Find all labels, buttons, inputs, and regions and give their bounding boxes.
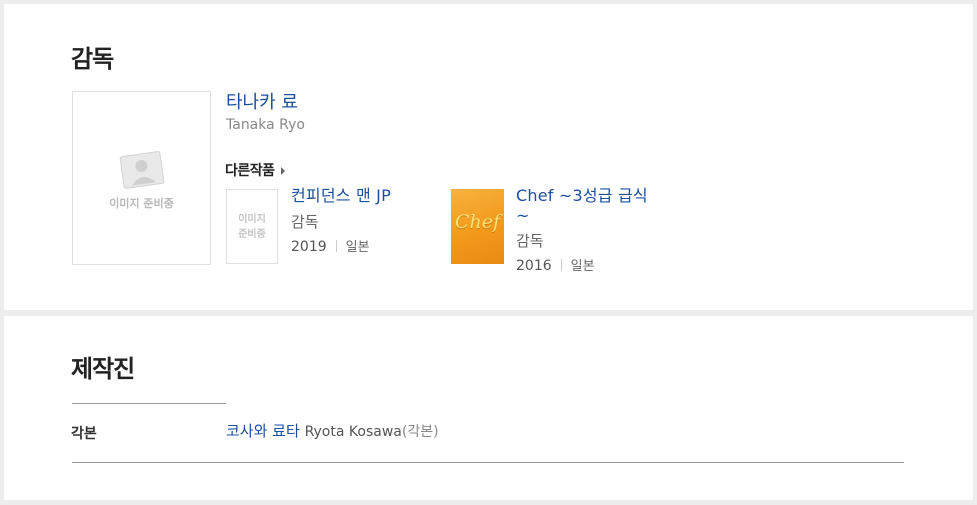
work-role: 감독 (291, 213, 319, 231)
director-section-title: 감독 (71, 45, 114, 73)
thumb-placeholder-line-1: 이미지 (238, 214, 266, 225)
thumb-placeholder-line-2: 준비중 (238, 229, 266, 240)
staff-section: 제작진 각본 코사와 료타 Ryota Kosawa(각본) (4, 316, 973, 500)
staff-role-label: 각본 (71, 426, 97, 442)
person-photo-icon (119, 151, 165, 189)
staff-name-english: Ryota Kosawa (304, 424, 402, 440)
divider (72, 403, 226, 404)
staff-credit: 코사와 료타 Ryota Kosawa(각본) (226, 420, 439, 441)
work-title-link[interactable]: 컨피던스 맨 JP (291, 186, 391, 206)
photo-placeholder-text: 이미지 준비중 (109, 197, 174, 210)
work-poster-thumbnail[interactable]: Chef (451, 189, 504, 264)
work-role: 감독 (516, 232, 544, 250)
poster-logo-text: Chef (454, 211, 501, 233)
staff-name-link[interactable]: 코사와 료타 (226, 422, 300, 440)
chevron-right-icon (280, 167, 285, 175)
work-meta: 2016 일본 (516, 255, 595, 274)
staff-section-title: 제작진 (71, 355, 135, 383)
work-meta: 2019 일본 (291, 236, 370, 255)
work-country: 일본 (345, 240, 370, 255)
director-name-link[interactable]: 타나카 료 (226, 88, 298, 114)
work-country: 일본 (570, 259, 595, 274)
director-photo-placeholder: 이미지 준비중 (72, 91, 211, 265)
other-works-link[interactable]: 다른작품 (225, 160, 285, 180)
work-thumbnail-placeholder[interactable]: 이미지 준비중 (226, 189, 278, 264)
divider (72, 462, 904, 463)
meta-divider (335, 240, 337, 252)
work-title-link[interactable]: Chef ~3성급 급식~ (516, 186, 656, 226)
other-works-label: 다른작품 (225, 163, 275, 179)
director-name-english: Tanaka Ryo (226, 117, 305, 133)
work-year: 2019 (291, 239, 327, 255)
director-section: 감독 이미지 준비중 타나카 료 Tanaka Ryo 다른작품 이미지 준비중… (4, 4, 973, 310)
work-year: 2016 (516, 258, 552, 274)
meta-divider (560, 259, 562, 271)
staff-role: (각본) (401, 424, 439, 440)
